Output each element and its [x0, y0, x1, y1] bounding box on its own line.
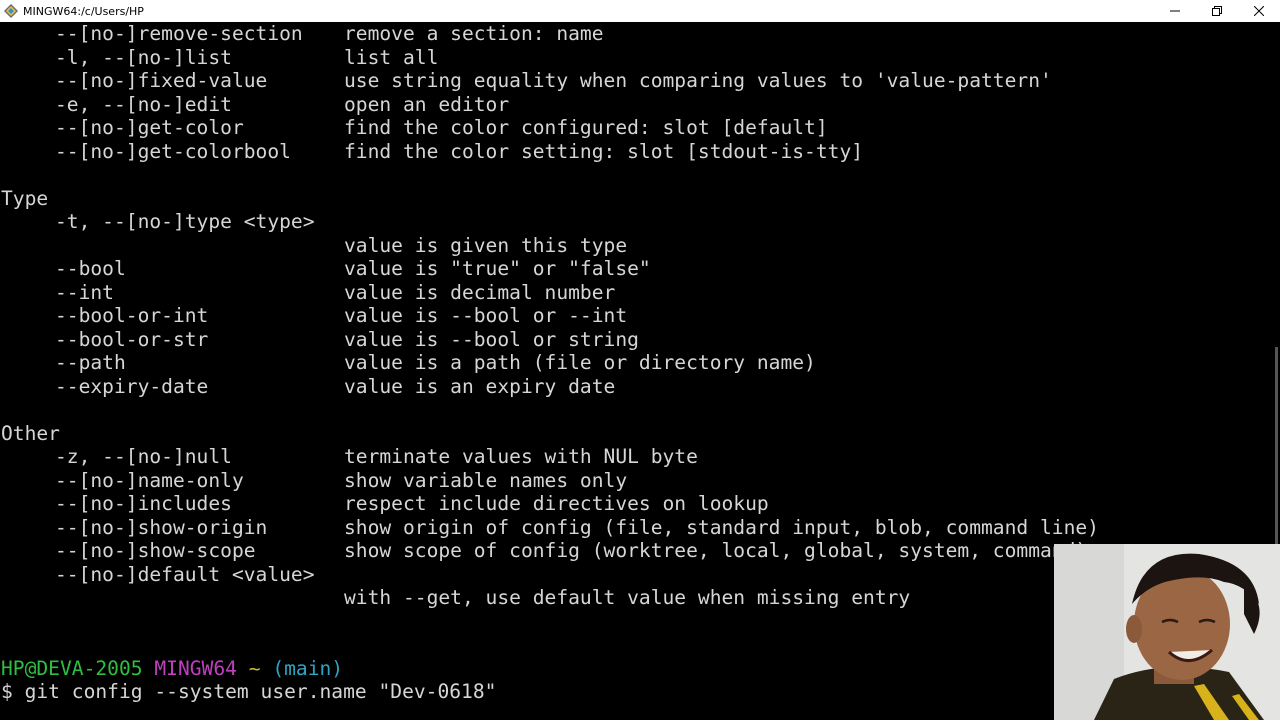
close-icon	[1254, 6, 1264, 16]
option-description: find the color setting: slot [stdout-is-…	[344, 139, 864, 163]
option-flag: -l, --[no-]list	[55, 45, 232, 69]
option-flag: --[no-]includes	[55, 492, 232, 515]
option-flag: --[no-]remove-section	[55, 22, 303, 45]
close-button[interactable]	[1238, 0, 1280, 22]
prompt-directory: ~	[248, 656, 261, 680]
option-description: value is --bool or --int	[344, 304, 628, 327]
option-description: terminate values with NUL byte	[344, 445, 698, 468]
option-flag: --path	[55, 351, 126, 374]
option-description: remove a section: name	[344, 22, 604, 45]
option-flag: --bool-or-str	[55, 327, 209, 351]
prompt-system: MINGW64	[154, 656, 237, 680]
option-flag: --[no-]name-only	[55, 468, 244, 492]
option-flag: --[no-]show-scope	[55, 539, 256, 562]
prompt-symbol: $	[1, 680, 13, 703]
option-description: value is given this type	[344, 233, 628, 257]
option-flag: --expiry-date	[55, 374, 209, 398]
option-description: value is a path (file or directory name)	[344, 351, 816, 374]
option-description: respect include directives on lookup	[344, 492, 769, 515]
person-face-illustration	[1054, 544, 1280, 720]
option-description: value is "true" or "false"	[344, 257, 651, 280]
maximize-button[interactable]	[1196, 0, 1238, 22]
option-flag: --int	[55, 280, 114, 304]
minimize-icon	[1170, 10, 1180, 12]
option-flag: -e, --[no-]edit	[55, 92, 232, 116]
option-flag: -t, --[no-]type <type>	[55, 210, 315, 233]
option-description: show origin of config (file, standard in…	[344, 515, 1099, 539]
command-line[interactable]: $ git config --system user.name "Dev-061…	[1, 680, 496, 704]
option-description: show variable names only	[344, 468, 628, 492]
option-description: show scope of config (worktree, local, g…	[344, 539, 1088, 562]
minimize-button[interactable]	[1154, 0, 1196, 22]
restore-icon	[1212, 6, 1222, 16]
window-controls	[1154, 0, 1280, 22]
window-title: MINGW64:/c/Users/HP	[23, 4, 144, 18]
git-bash-icon	[3, 3, 19, 19]
option-description: with --get, use default value when missi…	[344, 586, 911, 609]
title-bar[interactable]: MINGW64:/c/Users/HP	[0, 0, 1280, 22]
option-description: value is decimal number	[344, 280, 616, 304]
option-flag: --[no-]show-origin	[55, 515, 268, 539]
option-flag: --[no-]fixed-value	[55, 69, 268, 92]
prompt-user-host: HP@DEVA-2005	[1, 656, 143, 680]
option-flag: --bool-or-int	[55, 304, 209, 327]
terminal-window: MINGW64:/c/Users/HP --[no-]remove-sectio…	[0, 0, 1280, 720]
shell-prompt: HP@DEVA-2005 MINGW64 ~ (main)	[1, 657, 343, 681]
option-description: open an editor	[344, 92, 510, 116]
option-description: value is --bool or string	[344, 327, 639, 351]
prompt-branch: (main)	[272, 656, 344, 680]
option-flag: --[no-]get-colorbool	[55, 139, 291, 163]
option-description: use string equality when comparing value…	[344, 69, 1052, 92]
option-description: value is an expiry date	[344, 374, 616, 398]
option-description: list all	[344, 45, 439, 69]
webcam-overlay	[1054, 544, 1280, 720]
option-flag: --[no-]get-color	[55, 116, 244, 139]
option-description: find the color configured: slot [default…	[344, 116, 828, 139]
option-flag: -z, --[no-]null	[55, 445, 232, 468]
command-input[interactable]: git config --system user.name "Dev-0618"	[25, 680, 497, 703]
option-flag: --bool	[55, 257, 126, 280]
option-flag: --[no-]default <value>	[55, 562, 315, 586]
